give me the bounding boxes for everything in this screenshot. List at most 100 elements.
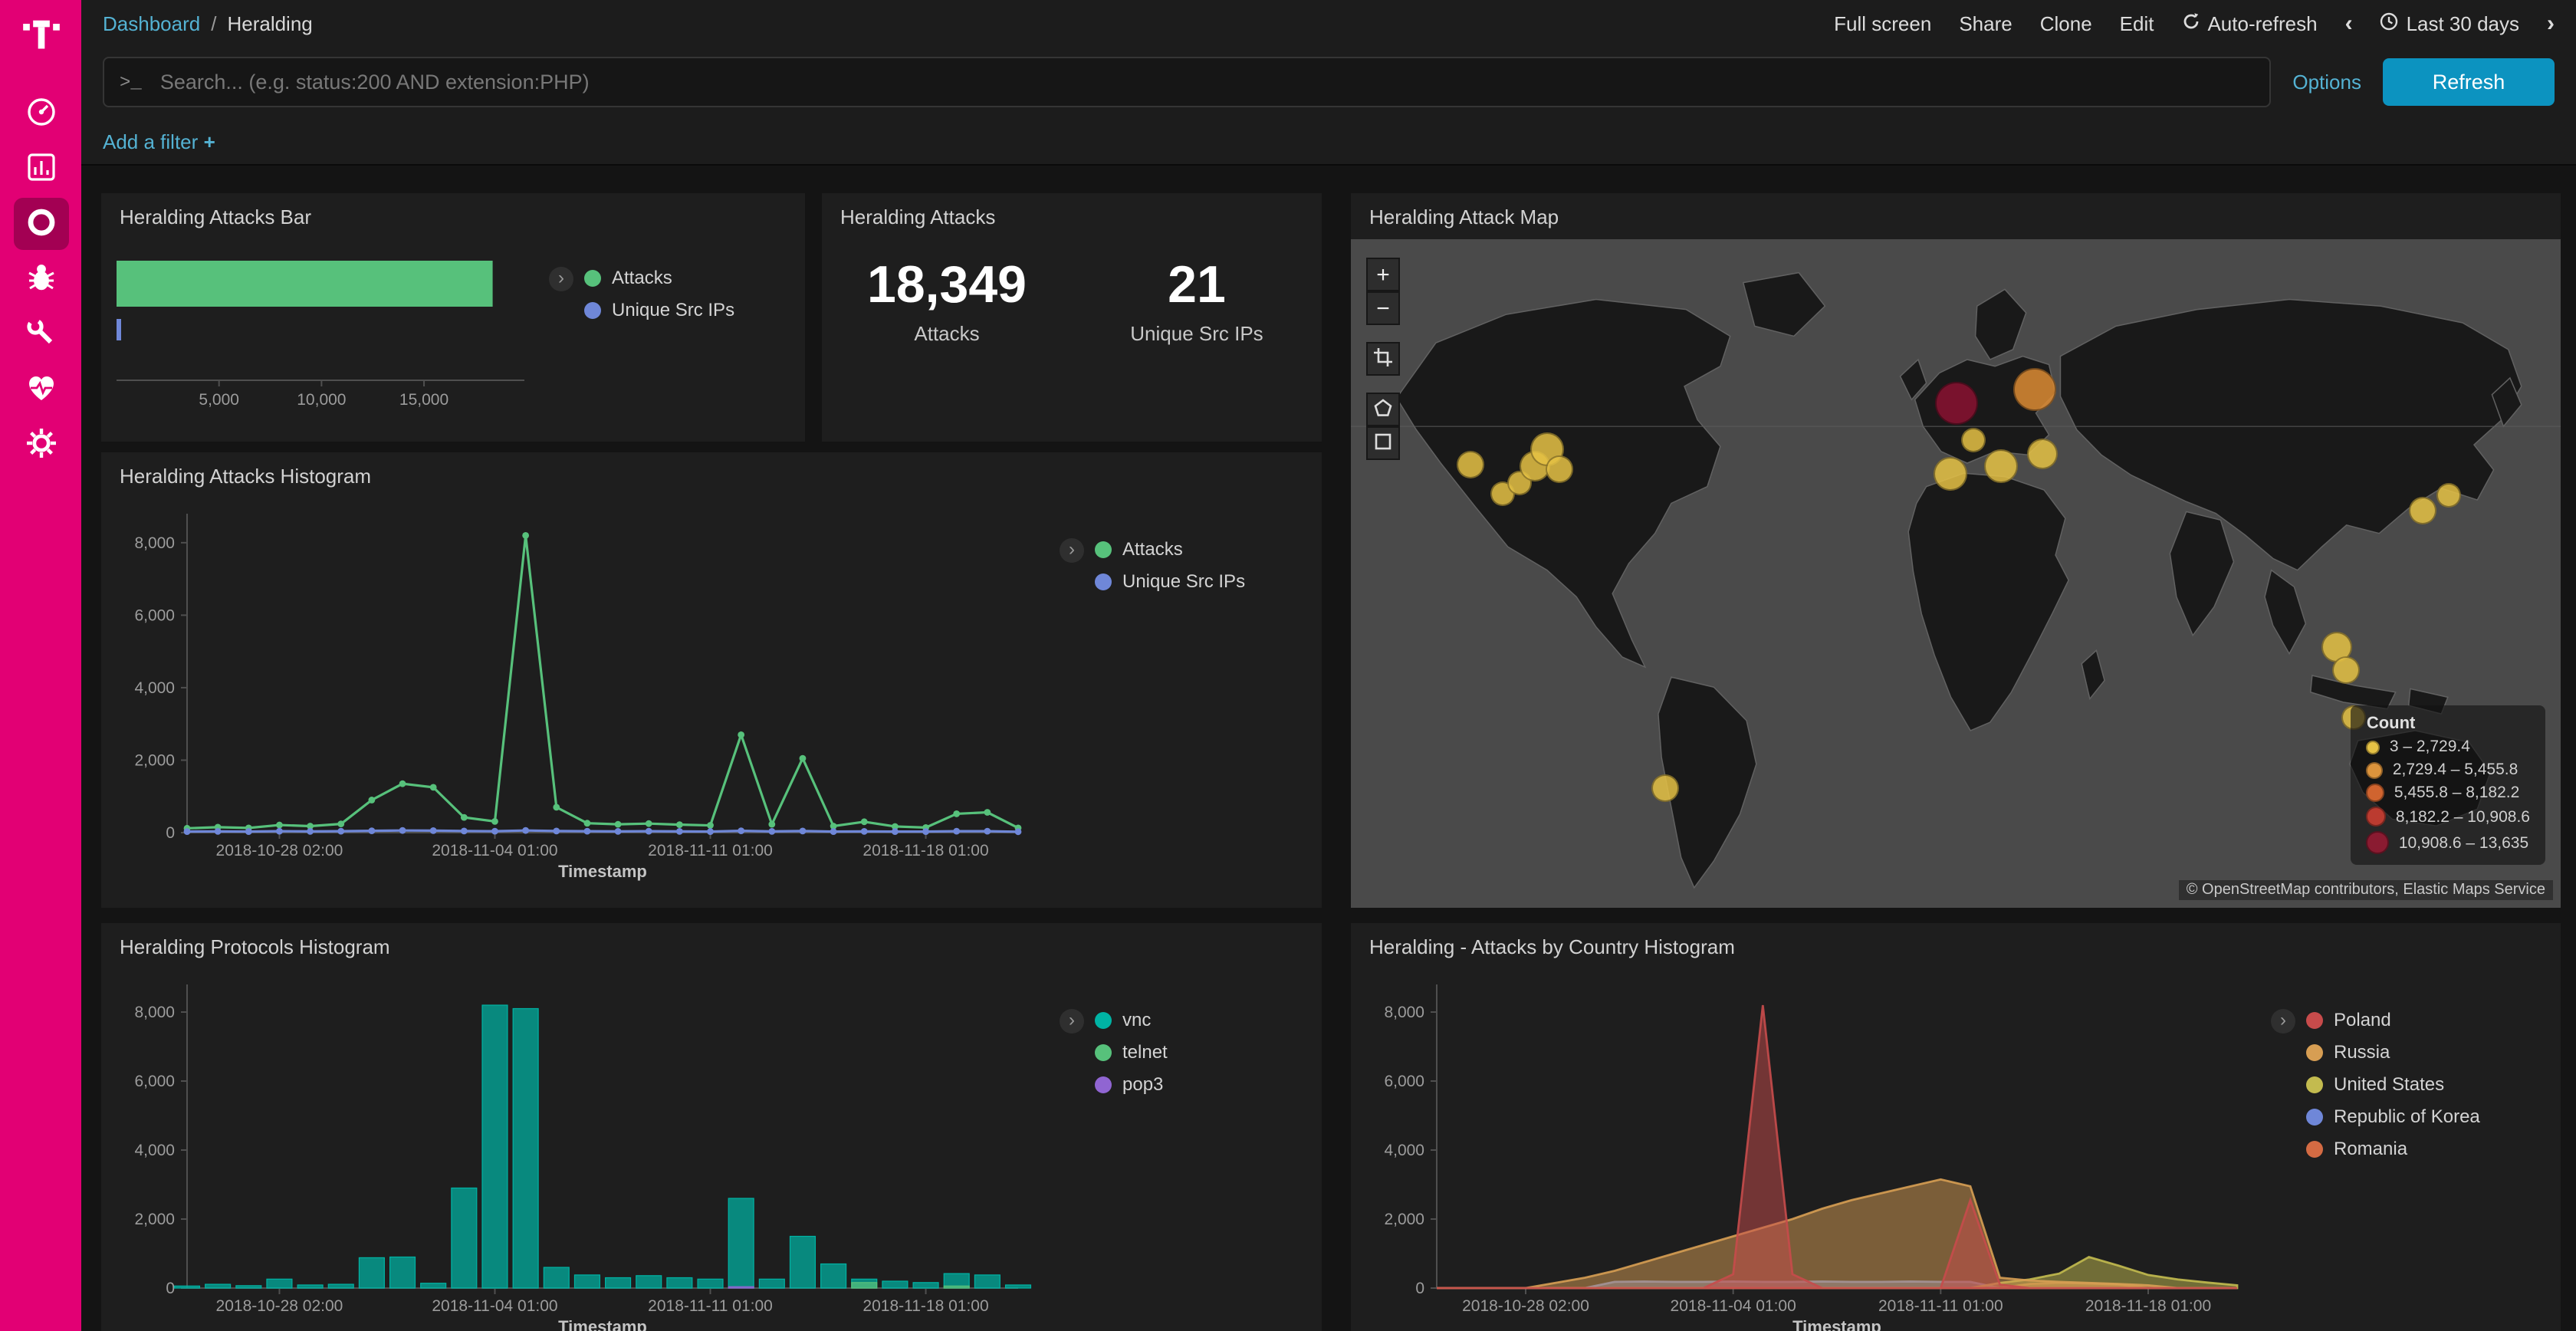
map-marker[interactable] bbox=[1651, 774, 1679, 801]
svg-text:2018-11-11 01:00: 2018-11-11 01:00 bbox=[1878, 1297, 2003, 1315]
map-legend-item: 8,182.2 – 10,908.6 bbox=[2367, 807, 2530, 827]
legend-dot bbox=[2306, 1076, 2323, 1093]
bar-chart-icon bbox=[24, 150, 58, 188]
sidebar-item-settings[interactable] bbox=[13, 419, 68, 471]
sidebar-item-gauge[interactable] bbox=[13, 87, 68, 140]
metric-value: 21 bbox=[1072, 256, 1322, 316]
sidebar-item-charts[interactable] bbox=[13, 143, 68, 195]
tpot-sidebar bbox=[0, 0, 81, 1331]
legend-item-unique-src-ips[interactable]: Unique Src IPs bbox=[584, 299, 734, 320]
svg-text:2018-10-28 02:00: 2018-10-28 02:00 bbox=[216, 842, 343, 859]
legend-item-russia[interactable]: Russia bbox=[2306, 1041, 2480, 1063]
breadcrumb-current: Heralding bbox=[227, 12, 312, 35]
legend-item-pop3[interactable]: pop3 bbox=[1095, 1073, 1168, 1095]
svg-text:0: 0 bbox=[166, 1280, 175, 1297]
full-screen-button[interactable]: Full screen bbox=[1834, 12, 1931, 35]
time-range-button[interactable]: Last 30 days bbox=[2380, 12, 2519, 35]
bug-icon bbox=[24, 260, 58, 298]
map-marker[interactable] bbox=[1985, 449, 2019, 483]
legend-toggle-icon[interactable]: › bbox=[549, 267, 573, 291]
polygon-icon bbox=[1374, 395, 1392, 424]
zoom-in-button[interactable]: + bbox=[1366, 258, 1400, 291]
legend-toggle-icon[interactable]: › bbox=[2271, 1009, 2295, 1034]
share-button[interactable]: Share bbox=[1959, 12, 2012, 35]
svg-text:Timestamp: Timestamp bbox=[558, 1317, 647, 1331]
telekom-t-logo-icon[interactable] bbox=[21, 14, 61, 61]
search-input[interactable] bbox=[157, 69, 2255, 95]
svg-text:2018-11-04 01:00: 2018-11-04 01:00 bbox=[432, 1297, 557, 1315]
sidebar-item-dashboards[interactable] bbox=[13, 198, 68, 250]
svg-text:2018-10-28 02:00: 2018-10-28 02:00 bbox=[1462, 1297, 1589, 1315]
legend-item-poland[interactable]: Poland bbox=[2306, 1009, 2480, 1030]
add-filter-link[interactable]: Add a filter + bbox=[103, 130, 215, 153]
attacks-bar-chart: 5,00010,00015,000 bbox=[113, 239, 540, 435]
svg-text:2018-10-28 02:00: 2018-10-28 02:00 bbox=[216, 1297, 343, 1315]
legend-item-attacks[interactable]: Attacks bbox=[1095, 538, 1245, 560]
sidebar-item-tools[interactable] bbox=[13, 308, 68, 360]
time-next-button[interactable]: › bbox=[2547, 10, 2555, 36]
map-marker[interactable] bbox=[2013, 368, 2056, 411]
legend-item-vnc[interactable]: vnc bbox=[1095, 1009, 1168, 1030]
legend-item-romania[interactable]: Romania bbox=[2306, 1138, 2480, 1159]
map-marker[interactable] bbox=[2028, 438, 2058, 468]
legend-item-united-states[interactable]: United States bbox=[2306, 1073, 2480, 1095]
svg-text:4,000: 4,000 bbox=[134, 679, 175, 697]
auto-refresh-button[interactable]: Auto-refresh bbox=[2181, 12, 2317, 35]
map-marker[interactable] bbox=[1934, 456, 1968, 490]
legend-toggle-icon[interactable]: › bbox=[1060, 1009, 1084, 1034]
edit-button[interactable]: Edit bbox=[2120, 12, 2154, 35]
country-histogram-chart: 02,0004,0006,0008,0002018-10-28 02:00201… bbox=[1363, 963, 2252, 1331]
map-marker[interactable] bbox=[1546, 456, 1574, 484]
map-marker[interactable] bbox=[1934, 382, 1977, 425]
map-attribution: © OpenStreetMap contributors, Elastic Ma… bbox=[2179, 880, 2553, 900]
tpot-kibana-dashboard: Dashboard / Heralding Full screen Share … bbox=[0, 0, 2576, 1331]
fit-bounds-button[interactable] bbox=[1366, 342, 1400, 376]
clone-button[interactable]: Clone bbox=[2040, 12, 2092, 35]
svg-text:8,000: 8,000 bbox=[1384, 1004, 1424, 1021]
sidebar-item-honeypot[interactable] bbox=[13, 253, 68, 305]
svg-text:0: 0 bbox=[166, 824, 175, 842]
sidebar-item-health[interactable] bbox=[13, 363, 68, 416]
panel-title: Heralding Attacks Histogram bbox=[101, 452, 1322, 488]
panel-title: Heralding Protocols Histogram bbox=[101, 923, 1322, 958]
map-marker[interactable] bbox=[1457, 451, 1484, 478]
panel-title: Heralding Attack Map bbox=[1351, 193, 2561, 228]
world-map[interactable]: + − bbox=[1351, 239, 2561, 908]
panel-heralding-attack-map: Heralding Attack Map bbox=[1351, 193, 2561, 908]
breadcrumb-dashboard-link[interactable]: Dashboard bbox=[103, 12, 200, 35]
panel-heralding-attacks-metric: Heralding Attacks 18,349 Attacks 21 Uniq… bbox=[822, 193, 1322, 442]
legend-item-republic-of-korea[interactable]: Republic of Korea bbox=[2306, 1106, 2480, 1127]
legend-item-unique-src-ips[interactable]: Unique Src IPs bbox=[1095, 570, 1245, 592]
clock-icon bbox=[2380, 12, 2399, 35]
donut-icon bbox=[24, 205, 58, 243]
legend-dot bbox=[2367, 807, 2387, 827]
refresh-button[interactable]: Refresh bbox=[2383, 58, 2555, 106]
time-prev-button[interactable]: ‹ bbox=[2345, 10, 2353, 36]
legend-toggle-icon[interactable]: › bbox=[1060, 538, 1084, 563]
svg-text:4,000: 4,000 bbox=[1384, 1142, 1424, 1159]
svg-text:2018-11-18 01:00: 2018-11-18 01:00 bbox=[2085, 1297, 2211, 1315]
map-marker[interactable] bbox=[2333, 656, 2361, 684]
legend-dot bbox=[2306, 1011, 2323, 1028]
panel-heralding-protocols-histogram: Heralding Protocols Histogram 02,0004,00… bbox=[101, 923, 1322, 1331]
breadcrumb: Dashboard / Heralding bbox=[103, 12, 313, 35]
rect-filter-button[interactable] bbox=[1366, 426, 1400, 460]
legend-item-telnet[interactable]: telnet bbox=[1095, 1041, 1168, 1063]
map-marker[interactable] bbox=[2437, 482, 2462, 507]
polygon-filter-button[interactable] bbox=[1366, 393, 1400, 426]
svg-text:2018-11-11 01:00: 2018-11-11 01:00 bbox=[648, 1297, 773, 1315]
svg-text:4,000: 4,000 bbox=[134, 1142, 175, 1159]
legend-dot bbox=[1095, 1076, 1112, 1093]
panel-title: Heralding - Attacks by Country Histogram bbox=[1351, 923, 2561, 958]
svg-text:2018-11-04 01:00: 2018-11-04 01:00 bbox=[432, 842, 557, 859]
zoom-out-button[interactable]: − bbox=[1366, 291, 1400, 325]
svg-text:5,000: 5,000 bbox=[199, 391, 239, 409]
map-marker[interactable] bbox=[2409, 496, 2436, 524]
options-link[interactable]: Options bbox=[2292, 71, 2361, 94]
map-marker[interactable] bbox=[1962, 428, 1986, 452]
metric-label: Attacks bbox=[822, 322, 1072, 345]
plus-icon: + bbox=[204, 130, 215, 153]
svg-text:2,000: 2,000 bbox=[1384, 1211, 1424, 1228]
protocols-histogram-chart: 02,0004,0006,0008,0002018-10-28 02:00201… bbox=[113, 963, 1033, 1331]
legend-item-attacks[interactable]: Attacks bbox=[584, 267, 734, 288]
